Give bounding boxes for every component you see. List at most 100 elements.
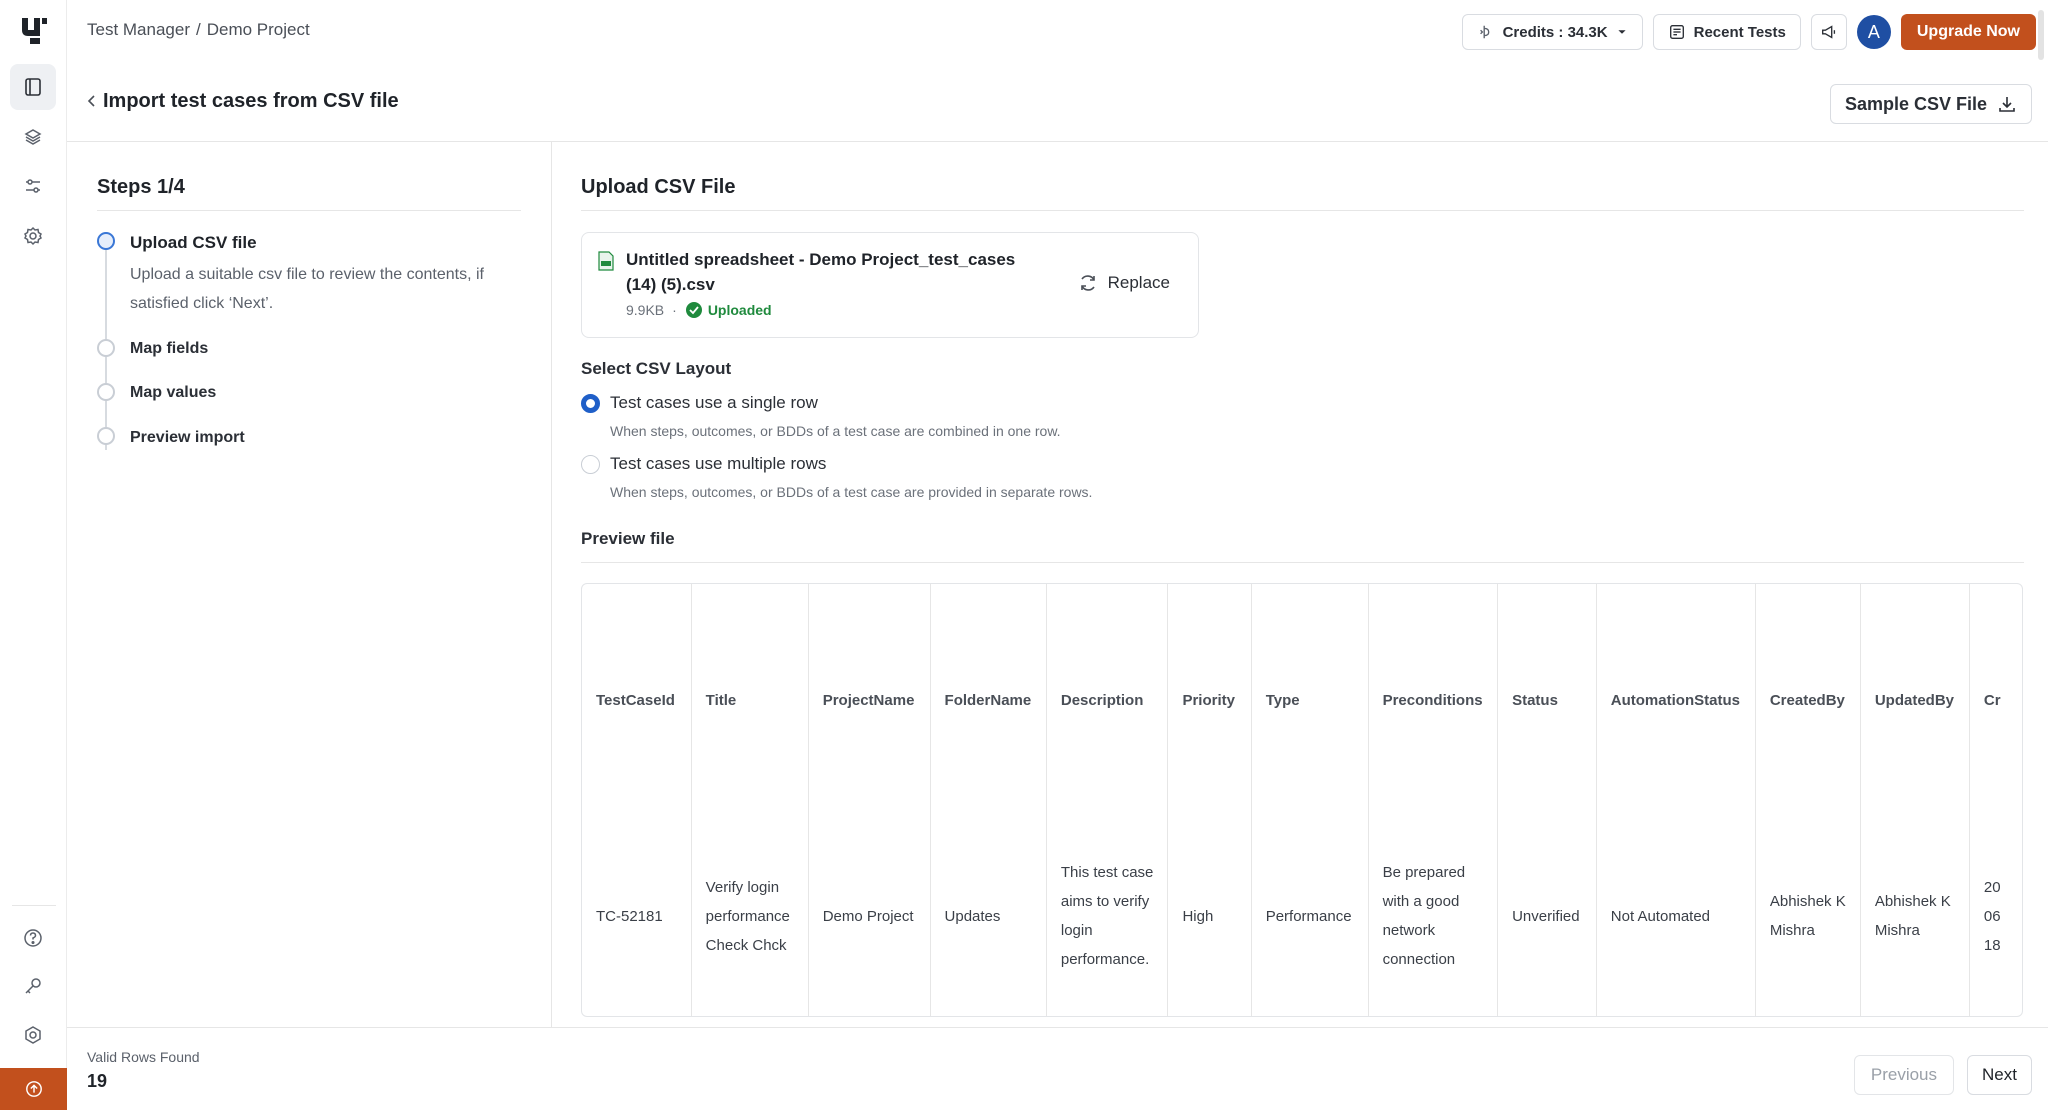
top-actions: Credits : 34.3K Recent Tests A Upgrade N… <box>1461 14 2036 50</box>
table-cell: Not Automated <box>1596 816 1756 1016</box>
step-preview-import: Preview import <box>130 429 245 446</box>
upload-status-label: Uploaded <box>707 302 772 318</box>
breadcrumb-project[interactable]: Demo Project <box>207 20 310 39</box>
previous-button[interactable]: Previous <box>1853 1055 1954 1095</box>
file-meta: 9.9KB · Uploaded <box>626 301 772 319</box>
step-indicator <box>97 427 115 445</box>
integrations-icon[interactable] <box>10 1012 56 1058</box>
valid-rows-count: 19 <box>87 1071 108 1091</box>
preview-table-container[interactable]: TestCaseId Title ProjectName FolderName … <box>581 583 2023 1017</box>
megaphone-icon <box>1821 25 1835 39</box>
table-cell: Unverified <box>1497 816 1597 1016</box>
table-cell: This test case aims to verify login perf… <box>1046 816 1169 1016</box>
column-header: Cr <box>1983 691 2001 709</box>
steps-title: Steps 1/4 <box>97 176 185 198</box>
recent-tests-label: Recent Tests <box>1693 23 1786 41</box>
column-header: AutomationStatus <box>1596 584 1756 816</box>
upgrade-now-button[interactable]: Upgrade Now <box>1900 14 2036 50</box>
column-header: Title <box>691 584 809 816</box>
table-cell: TC-52181 <box>582 816 692 1016</box>
column-header: Preconditions <box>1368 584 1499 816</box>
valid-rows-label: Valid Rows Found <box>87 1049 200 1065</box>
csv-file-icon <box>598 251 614 271</box>
announcements-button[interactable] <box>1810 14 1847 50</box>
download-icon <box>1999 97 2015 112</box>
column-header: Description <box>1046 584 1169 816</box>
top-bar: Test Manager / Demo Project Credits : 34.3… <box>67 0 2048 64</box>
arrow-up-circle-icon <box>25 1081 42 1097</box>
credits-dropdown[interactable]: Credits : 34.3K <box>1461 14 1643 50</box>
table-cell: Be prepared with a good network connecti… <box>1368 816 1499 1016</box>
chevron-down-icon <box>1618 30 1626 34</box>
step-upload-description: Upload a suitable csv file to review the… <box>130 266 484 312</box>
radio-multiple-rows[interactable] <box>581 455 600 474</box>
uploaded-file-card: Untitled spreadsheet - Demo Project_test… <box>581 232 1199 338</box>
table-cell: Verify login performance Check Chck <box>691 816 809 1016</box>
radio-single-row-label[interactable]: Test cases use a single row <box>610 393 818 413</box>
table-row: TC-52181 Verify login performance Check … <box>582 816 2022 1016</box>
meta-dot: · <box>672 302 677 318</box>
nav-settings-icon[interactable] <box>10 213 56 259</box>
replace-button[interactable]: Replace <box>1078 273 1170 293</box>
step-upload-csv: Upload CSV file <box>130 233 257 252</box>
upload-status: Uploaded <box>685 301 772 319</box>
table-cell: Abhishek K Mishra <box>1860 816 1970 1016</box>
next-button[interactable]: Next <box>1967 1055 2032 1095</box>
csv-layout-title: Select CSV Layout <box>581 359 732 378</box>
column-header: UpdatedBy <box>1860 584 1970 816</box>
credits-label: Credits : 34.3K <box>1502 23 1608 41</box>
table-cell: Abhishek K Mishra <box>1755 816 1861 1016</box>
help-icon[interactable] <box>10 915 56 961</box>
step-indicator-active <box>97 232 115 250</box>
credits-icon <box>1479 25 1489 39</box>
check-circle-icon <box>685 302 702 318</box>
user-avatar[interactable]: A <box>1856 15 1891 49</box>
back-chevron-icon[interactable] <box>85 94 99 108</box>
column-header: FolderName <box>930 584 1047 816</box>
table-header-row: TestCaseId Title ProjectName FolderName … <box>582 584 2022 816</box>
app-logo-icon[interactable] <box>20 16 48 46</box>
radio-single-row[interactable] <box>581 394 600 413</box>
radio-single-row-help: When steps, outcomes, or BDDs of a test … <box>610 423 1061 439</box>
column-header: Type <box>1251 584 1369 816</box>
key-icon[interactable] <box>10 963 56 1009</box>
column-header: ProjectName <box>808 584 931 816</box>
nav-layers-icon[interactable] <box>10 114 56 160</box>
breadcrumb: Test Manager / Demo Project <box>87 20 310 40</box>
main-panel: Upload CSV File Untitled spreadsheet - D… <box>553 142 2048 1027</box>
upgrade-sidebar-button[interactable] <box>0 1068 67 1110</box>
sample-csv-label: Sample CSV File <box>1844 93 1987 114</box>
sidebar-divider <box>12 905 56 906</box>
breadcrumb-separator: / <box>196 20 201 39</box>
recent-tests-button[interactable]: Recent Tests <box>1652 14 1801 50</box>
nav-test-cases-icon[interactable] <box>10 64 56 110</box>
sample-csv-button[interactable]: Sample CSV File <box>1829 84 2032 124</box>
column-header: CreatedBy <box>1755 584 1861 816</box>
page-title: Import test cases from CSV file <box>103 90 399 112</box>
step-indicator <box>97 339 115 357</box>
steps-panel: Steps 1/4 Upload CSV file Upload a suita… <box>67 142 552 1027</box>
table-cell: High <box>1167 816 1252 1016</box>
upload-divider <box>581 210 2024 211</box>
radio-multiple-rows-label[interactable]: Test cases use multiple rows <box>610 454 826 474</box>
recent-tests-icon <box>1669 25 1684 39</box>
column-header: TestCaseId <box>582 584 692 816</box>
radio-multiple-rows-help: When steps, outcomes, or BDDs of a test … <box>610 484 1093 500</box>
column-header: Priority <box>1167 584 1252 816</box>
preview-table: TestCaseId Title ProjectName FolderName … <box>582 584 2022 1016</box>
footer: Valid Rows Found 19 Previous Next <box>67 1027 2048 1110</box>
upload-section-title: Upload CSV File <box>581 176 736 198</box>
breadcrumb-root[interactable]: Test Manager <box>87 20 190 39</box>
replace-label: Replace <box>1107 273 1170 292</box>
file-size: 9.9KB <box>626 302 665 318</box>
step-map-values: Map values <box>130 384 217 401</box>
file-name: Untitled spreadsheet - Demo Project_test… <box>626 250 1016 294</box>
steps-divider <box>97 210 521 211</box>
column-header: Status <box>1497 584 1597 816</box>
table-cell: Performance <box>1251 816 1369 1016</box>
preview-divider <box>581 562 2024 563</box>
preview-file-title: Preview file <box>581 529 675 548</box>
table-cell: 20 06 18 <box>1983 878 2001 954</box>
scrollbar[interactable] <box>2038 10 2044 60</box>
nav-filters-icon[interactable] <box>10 163 56 209</box>
